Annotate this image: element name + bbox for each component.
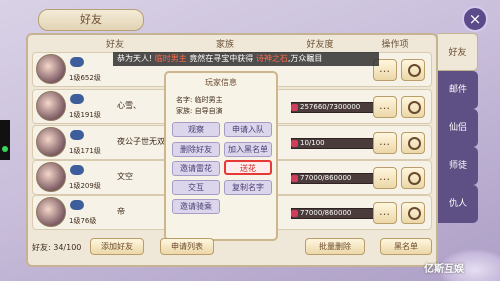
friendship-value: 77000/860000: [300, 174, 352, 182]
popup-title: 玩家信息: [205, 78, 237, 87]
player-info-popup: 玩家信息 名字: 临时男主 家族: 自导自演 观察 申请入队 删除好友 加入黑名…: [164, 71, 278, 241]
friend-level: 1级171级: [69, 147, 101, 155]
view-button[interactable]: [401, 167, 425, 189]
avatar[interactable]: [36, 197, 66, 227]
chat-button[interactable]: [373, 167, 397, 189]
column-header-friend: 好友: [105, 40, 124, 50]
friend-name: 帝: [117, 207, 125, 216]
heart-icon: [291, 104, 298, 111]
copy-name-button[interactable]: 复制名字: [224, 180, 272, 195]
friend-level: 1级76级: [69, 217, 97, 225]
tab-partner[interactable]: 仙侣: [438, 109, 478, 147]
view-button[interactable]: [401, 96, 425, 118]
tab-enemies[interactable]: 仇人: [438, 185, 478, 223]
window-title: 好友: [38, 9, 144, 31]
name-badge: [70, 130, 84, 140]
name-badge: [70, 94, 84, 104]
friend-count: 好友: 34/100: [32, 243, 82, 252]
view-button[interactable]: [401, 202, 425, 224]
friend-level: 1级209级: [69, 182, 101, 190]
avatar[interactable]: [36, 162, 66, 192]
send-flower-button[interactable]: 送花: [224, 160, 272, 175]
heart-icon: [291, 140, 298, 147]
view-button[interactable]: [401, 132, 425, 154]
column-header-family: 家族: [215, 40, 234, 50]
friendship-value: 77000/860000: [300, 209, 352, 217]
banner-prefix: 恭为天人!: [117, 54, 153, 63]
avatar[interactable]: [36, 54, 66, 84]
watermark-logo: 亿斯互娱: [424, 264, 464, 275]
invite-ride-button[interactable]: 邀请骑乘: [172, 199, 220, 214]
tab-friends[interactable]: 好友: [438, 33, 478, 71]
chat-button[interactable]: [373, 96, 397, 118]
friendship-value: 10/100: [300, 139, 325, 147]
delete-friend-button[interactable]: 删除好友: [172, 142, 220, 157]
player-name-info: 名字: 临时男主: [176, 96, 223, 104]
avatar[interactable]: [36, 127, 66, 157]
column-header-actions: 操作项: [381, 40, 409, 50]
avatar[interactable]: [36, 91, 66, 121]
banner-item: 诗神之石: [255, 54, 288, 63]
chat-button[interactable]: [373, 132, 397, 154]
add-friend-button[interactable]: 添加好友: [90, 238, 144, 255]
request-list-button[interactable]: 申请列表: [160, 238, 214, 255]
team-request-button[interactable]: 申请入队: [224, 122, 272, 137]
invite-button[interactable]: 邀请雷花: [172, 161, 220, 176]
column-header-friendship: 好友度: [306, 40, 334, 50]
blacklist-list-button[interactable]: 黑名单: [380, 238, 432, 255]
tab-mentor[interactable]: 师徒: [438, 147, 478, 185]
banner-suffix: ,万众瞩目: [287, 54, 323, 63]
status-dot-icon: [2, 146, 8, 152]
name-badge: [70, 57, 84, 67]
friend-level: 1级191级: [69, 111, 101, 119]
observe-button[interactable]: 观察: [172, 122, 220, 137]
player-family-info: 家族: 自导自演: [176, 107, 223, 115]
chat-button[interactable]: [373, 202, 397, 224]
name-badge: [70, 165, 84, 175]
friendship-value: 257660/7300000: [300, 103, 361, 111]
friend-name: 文空: [117, 172, 133, 181]
announcement-banner: 恭为天人! 临时男主 竟然在寻宝中获得 诗神之石,万众瞩目: [113, 52, 379, 66]
blacklist-button[interactable]: 加入黑名单: [224, 142, 272, 157]
friend-name: 心雪、: [117, 101, 141, 110]
left-edge-strip: [0, 120, 10, 160]
banner-mid: 竟然在寻宝中获得: [189, 54, 254, 63]
heart-icon: [291, 175, 298, 182]
name-badge: [70, 200, 84, 210]
friend-name: 夜公子世无双: [117, 137, 165, 146]
heart-icon: [291, 210, 298, 217]
view-button[interactable]: [401, 59, 425, 81]
interact-button[interactable]: 交互: [172, 180, 220, 195]
friend-level: 1级652级: [69, 74, 101, 82]
banner-player-name: 临时男主: [154, 54, 187, 63]
close-button[interactable]: ×: [462, 6, 488, 32]
batch-delete-button[interactable]: 批量删除: [305, 238, 365, 255]
tab-mail[interactable]: 邮件: [438, 71, 478, 109]
